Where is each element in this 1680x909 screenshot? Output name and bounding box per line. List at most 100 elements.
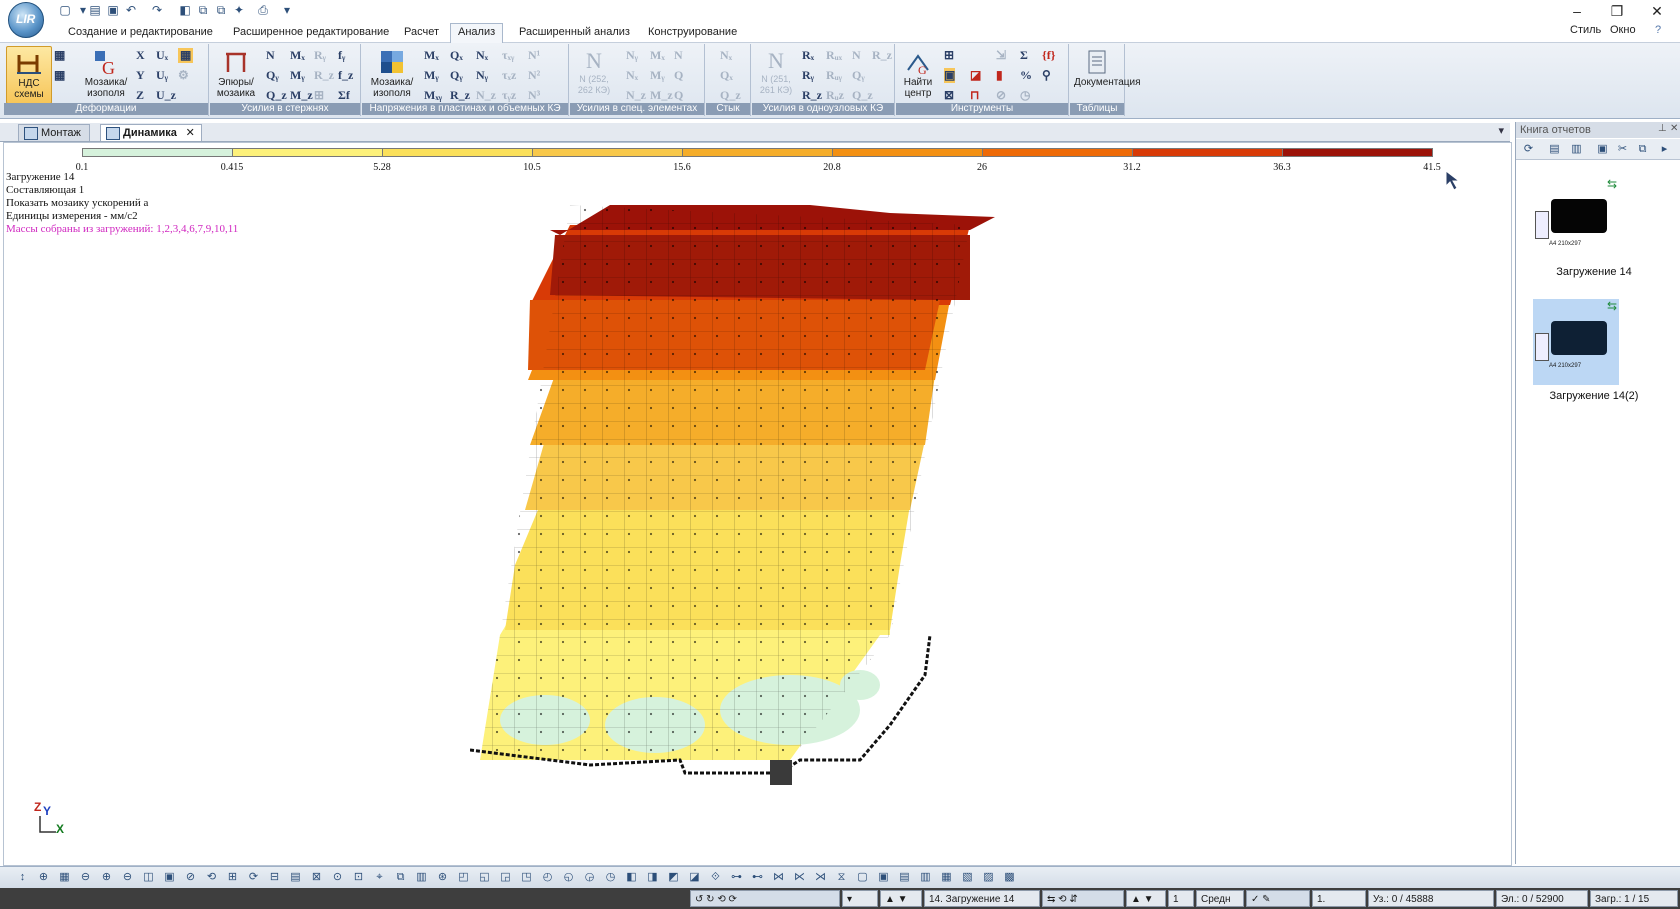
- view-tool-icon[interactable]: ⟳: [247, 871, 260, 884]
- fz-icon[interactable]: f_z: [338, 68, 353, 83]
- color-scale-icon[interactable]: ▦: [178, 48, 194, 63]
- my-spec-icon[interactable]: Mᵧ: [650, 68, 665, 83]
- view-tool-icon[interactable]: ◶: [583, 871, 596, 884]
- view-tool-icon[interactable]: ◧: [625, 871, 638, 884]
- close-button[interactable]: ✕: [1640, 1, 1674, 21]
- tab-calculation[interactable]: Расчет: [397, 24, 446, 41]
- tool-active-icon[interactable]: ▣: [944, 68, 956, 83]
- sum-icon[interactable]: Σ: [1020, 48, 1028, 63]
- epure-mosaic-button[interactable]: Эпюры/ мозаика: [212, 46, 260, 102]
- step-prev-next[interactable]: ▲ ▼: [1126, 890, 1166, 907]
- view-tool-icon[interactable]: ▥: [415, 871, 428, 884]
- view-tool-icon[interactable]: ⊡: [352, 871, 365, 884]
- ny-spec-icon[interactable]: Nᵧ: [626, 48, 638, 63]
- folder-add-icon[interactable]: ▥: [1570, 143, 1583, 156]
- tool-cut-icon[interactable]: ⊓: [970, 88, 979, 103]
- view-tool-icon[interactable]: ⊖: [121, 871, 134, 884]
- clock-icon[interactable]: ◷: [1020, 88, 1030, 103]
- qz-node-icon[interactable]: Q_z: [852, 88, 873, 103]
- single-node-n-button[interactable]: N N (251, 261 КЭ): [754, 46, 798, 102]
- mz-spec-icon[interactable]: M_z: [650, 88, 673, 103]
- view-tool-icon[interactable]: ⧖: [835, 871, 848, 884]
- copy-icon[interactable]: ⧉: [196, 3, 210, 17]
- settings-icon[interactable]: ⚙: [178, 68, 189, 83]
- view-tool-icon[interactable]: ◷: [604, 871, 617, 884]
- close-tab-icon[interactable]: ✕: [186, 125, 195, 141]
- mx-spec-icon[interactable]: Mₓ: [650, 48, 665, 63]
- nx-plate-icon[interactable]: Nₓ: [476, 48, 488, 63]
- rux-node-icon[interactable]: Rᵤₓ: [826, 48, 842, 63]
- view-tool-icon[interactable]: ◰: [457, 871, 470, 884]
- deform-tool-icon[interactable]: ▦: [54, 48, 65, 63]
- tab-extended-edit[interactable]: Расширенное редактирование: [226, 24, 396, 41]
- nz-spec-icon[interactable]: N_z: [626, 88, 646, 103]
- mx-plate-icon[interactable]: Mₓ: [424, 48, 439, 63]
- graph-icon[interactable]: ⚲: [1042, 68, 1051, 83]
- nx-joint-icon[interactable]: Nₓ: [720, 48, 732, 63]
- q-spec-icon[interactable]: Q: [674, 68, 683, 83]
- view-tool-icon[interactable]: ▥: [919, 871, 932, 884]
- rz-icon[interactable]: R_z: [314, 68, 334, 83]
- tool-grid-icon[interactable]: ⊞: [944, 48, 954, 63]
- qx-joint-icon[interactable]: Qₓ: [720, 68, 733, 83]
- style-menu[interactable]: Стиль: [1570, 24, 1601, 36]
- view-tool-icon[interactable]: ▦: [940, 871, 953, 884]
- n3-plate-icon[interactable]: N³: [528, 88, 540, 103]
- view-tool-icon[interactable]: ⋈: [772, 871, 785, 884]
- q2-spec-icon[interactable]: Q: [674, 88, 683, 103]
- view-tool-icon[interactable]: ⟲: [205, 871, 218, 884]
- view-tool-icon[interactable]: ⊠: [310, 871, 323, 884]
- number-field[interactable]: 1: [1168, 890, 1194, 907]
- view-tool-icon[interactable]: ◴: [541, 871, 554, 884]
- find-center-button[interactable]: G Найти центр: [898, 46, 938, 102]
- fy-icon[interactable]: fᵧ: [338, 48, 345, 63]
- model-icon[interactable]: ◧: [178, 3, 192, 17]
- view-tool-icon[interactable]: ⊛: [436, 871, 449, 884]
- mode-select[interactable]: Средн: [1196, 890, 1244, 907]
- tab-extended-analysis[interactable]: Расширенный анализ: [512, 24, 637, 41]
- view-tool-icon[interactable]: ◳: [520, 871, 533, 884]
- paste-icon[interactable]: ⧉: [214, 3, 228, 17]
- load-select[interactable]: 14. Загружение 14: [924, 890, 1040, 907]
- load-prev-next[interactable]: ▲ ▼: [880, 890, 922, 907]
- tab-analysis[interactable]: Анализ: [450, 23, 504, 43]
- view-tool-icon[interactable]: ⊙: [331, 871, 344, 884]
- status-dropdown[interactable]: ▾: [842, 890, 878, 907]
- cut-icon[interactable]: ✂: [1616, 143, 1629, 156]
- help-icon[interactable]: ?: [1655, 24, 1661, 36]
- special-n-button[interactable]: N N (252, 262 КЭ): [572, 46, 616, 102]
- view-tool-icon[interactable]: ⊕: [37, 871, 50, 884]
- percent-icon[interactable]: %: [1020, 68, 1032, 83]
- y-icon[interactable]: Y: [136, 68, 145, 83]
- status-tools[interactable]: ⇆ ⟲ ⇵: [1042, 890, 1124, 907]
- ry-icon[interactable]: Rᵧ: [314, 48, 326, 63]
- view-tool-icon[interactable]: ▣: [163, 871, 176, 884]
- qy-icon[interactable]: Qᵧ: [266, 68, 279, 83]
- stress-mosaic-button[interactable]: Мозаика/ изополя: [366, 46, 418, 102]
- redo-icon[interactable]: ↷: [150, 3, 164, 17]
- window-menu[interactable]: Окно: [1610, 24, 1636, 36]
- view-tool-icon[interactable]: ▤: [898, 871, 911, 884]
- view-tool-icon[interactable]: ◲: [499, 871, 512, 884]
- view-tool-icon[interactable]: ↕: [16, 871, 29, 884]
- uy-icon[interactable]: Uᵧ: [156, 68, 168, 83]
- ruz-node-icon[interactable]: Rᵤz: [826, 88, 844, 103]
- tool-disabled2-icon[interactable]: ⊘: [996, 88, 1006, 103]
- qy-node-icon[interactable]: Qᵧ: [852, 68, 865, 83]
- view-tool-icon[interactable]: ▩: [1003, 871, 1016, 884]
- ry-node-icon[interactable]: Rᵧ: [802, 68, 814, 83]
- view-tool-icon[interactable]: ⊶: [730, 871, 743, 884]
- ruy-node-icon[interactable]: Rᵤᵧ: [826, 68, 842, 83]
- open-folder-icon[interactable]: ▤: [1548, 143, 1561, 156]
- view-tool-icon[interactable]: ▧: [961, 871, 974, 884]
- sum-f-icon[interactable]: Σf: [338, 88, 350, 103]
- view-tool-icon[interactable]: ▦: [58, 871, 71, 884]
- customize-quick-access-icon[interactable]: ▾: [280, 3, 294, 17]
- view-tool-icon[interactable]: ⌖: [373, 871, 386, 884]
- view-tool-icon[interactable]: ⊟: [268, 871, 281, 884]
- pin-icon[interactable]: ⊥: [1658, 123, 1667, 134]
- ux-icon[interactable]: Uₓ: [156, 48, 168, 63]
- txz-plate-icon[interactable]: τₓz: [502, 68, 516, 83]
- x-icon[interactable]: X: [136, 48, 145, 63]
- status-animation-controls[interactable]: ↺ ↻ ⟲ ⟳: [690, 890, 840, 907]
